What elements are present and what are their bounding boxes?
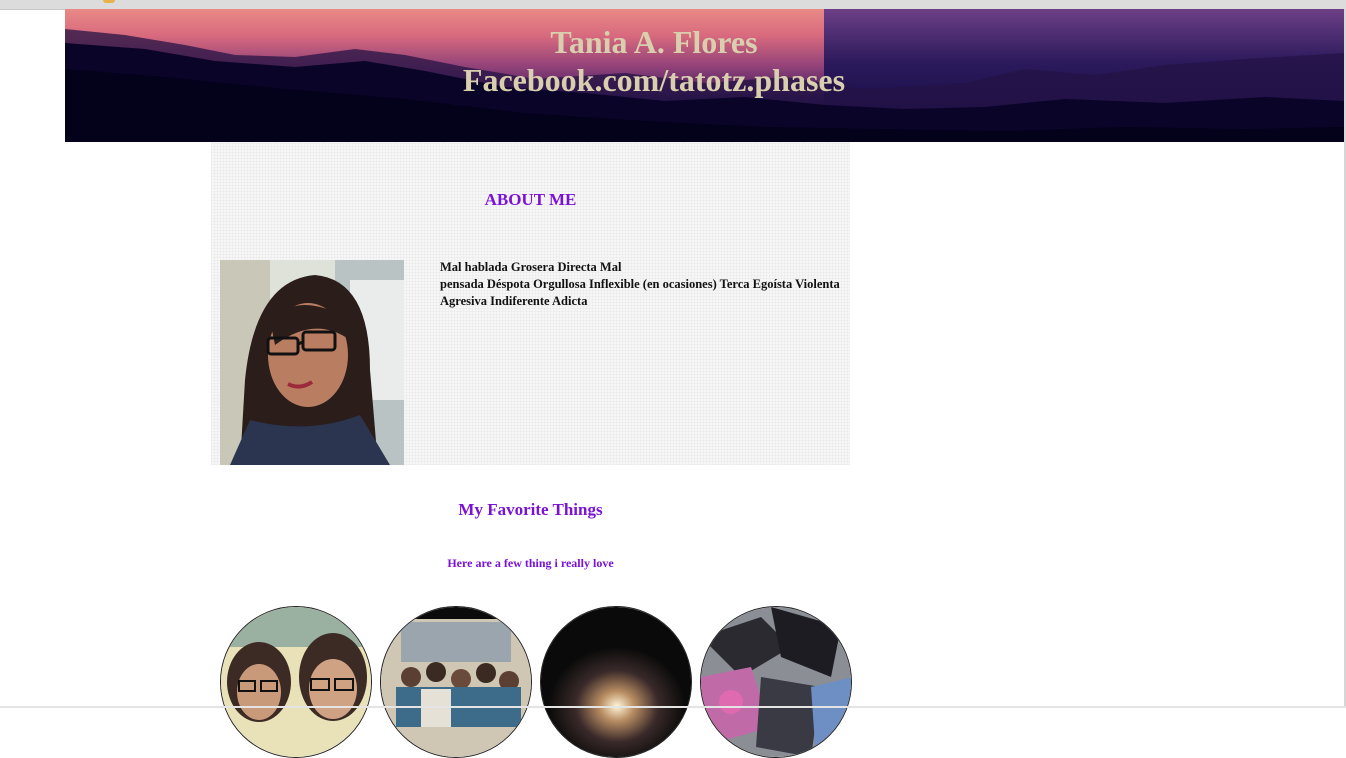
favorite-image-group[interactable] — [380, 606, 532, 758]
favorite-image-light[interactable] — [540, 606, 692, 758]
favorite-image-friends[interactable] — [220, 606, 372, 758]
about-section: ABOUT ME Mal hablada Grosera Directa Mal… — [211, 142, 850, 465]
facebook-link[interactable]: Facebook.com/tatotz.phases — [65, 61, 1344, 99]
header-titles: Tania A. Flores Facebook.com/tatotz.phas… — [65, 23, 1344, 99]
description-line-2: pensada Déspota Orgullosa Inflexible (en… — [440, 277, 840, 308]
favorites-subheading: Here are a few thing i really love — [447, 556, 614, 570]
about-heading: ABOUT ME — [484, 190, 577, 209]
profile-photo — [220, 260, 404, 465]
favorite-image-blocks[interactable] — [700, 606, 852, 758]
description-line-1: Mal hablada Grosera Directa Mal — [440, 260, 622, 274]
about-description: Mal hablada Grosera Directa Mal pensada … — [440, 259, 845, 310]
header-banner: Tania A. Flores Facebook.com/tatotz.phas… — [65, 9, 1344, 142]
tab-indicator — [103, 0, 115, 3]
site-owner-name: Tania A. Flores — [550, 24, 758, 60]
favorites-heading: My Favorite Things — [458, 500, 603, 519]
